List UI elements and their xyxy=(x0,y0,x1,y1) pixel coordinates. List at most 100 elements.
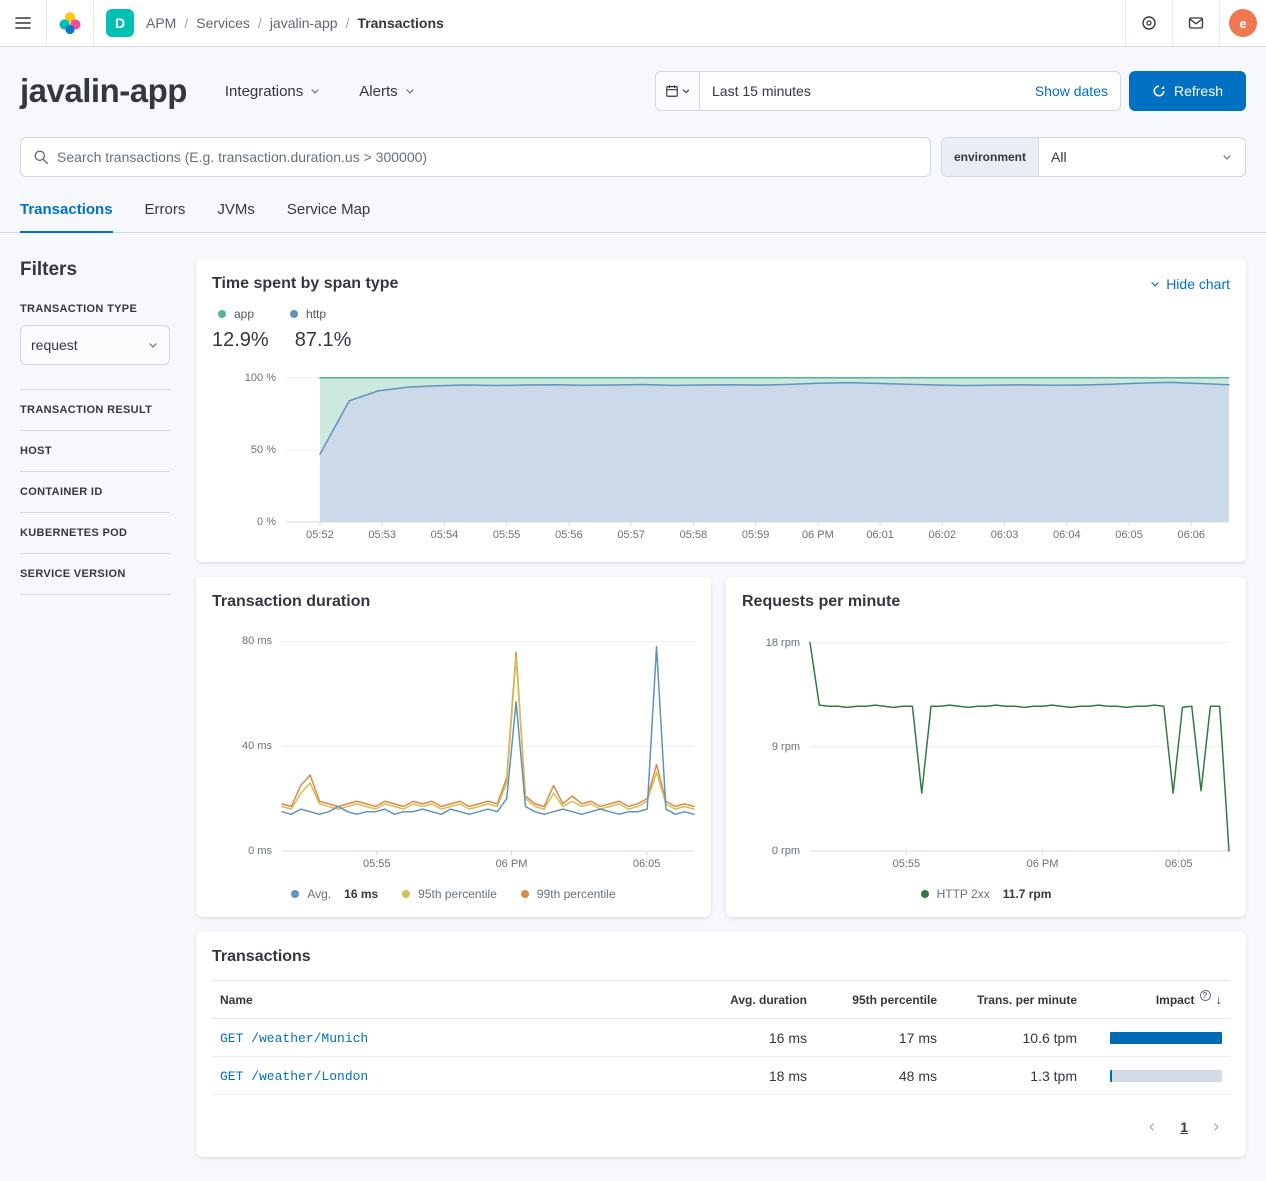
next-page-button[interactable] xyxy=(1202,1113,1230,1141)
x-axis-label: 06:05 xyxy=(1095,529,1163,541)
notifications-button[interactable] xyxy=(1173,0,1219,46)
avg-legend-label: Avg. xyxy=(307,887,331,901)
legend-p99[interactable]: 99th percentile xyxy=(521,887,616,901)
environment-label: environment xyxy=(942,138,1039,176)
x-axis-label: 06:03 xyxy=(971,529,1039,541)
impact-label: Impact xyxy=(1156,993,1195,1007)
top-navigation-bar: D APM / Services / javalin-app / Transac… xyxy=(0,0,1266,47)
table-row: GET /weather/London 18 ms 48 ms 1.3 tpm xyxy=(212,1057,1230,1095)
chevron-down-icon xyxy=(309,85,321,97)
legend-http-2xx[interactable]: HTTP 2xx 11.7 rpm xyxy=(921,887,1052,901)
duration-legend: Avg. 16 ms 95th percentile 99th percenti… xyxy=(212,887,695,901)
alerts-menu[interactable]: Alerts xyxy=(359,83,415,100)
y-axis-label: 80 ms xyxy=(212,634,272,648)
avg-duration-value: 16 ms xyxy=(700,1019,815,1057)
help-button[interactable] xyxy=(1126,0,1172,46)
integrations-menu[interactable]: Integrations xyxy=(225,83,321,100)
duration-chart[interactable]: 80 ms40 ms0 ms05:5506 PM06:05 xyxy=(212,625,695,875)
y-axis-label: 100 % xyxy=(212,371,276,385)
column-header-95th[interactable]: 95th percentile xyxy=(815,981,945,1019)
filter-host[interactable]: HOST xyxy=(20,430,170,471)
impact-help-icon[interactable]: ? xyxy=(1200,990,1211,1001)
x-axis-label: 05:55 xyxy=(473,529,541,541)
main-column: Time spent by span type Hide chart app h… xyxy=(196,259,1246,1157)
search-box xyxy=(20,137,931,177)
tab-transactions[interactable]: Transactions xyxy=(20,201,113,233)
elastic-logo[interactable] xyxy=(47,0,93,46)
app-legend-label: app xyxy=(234,307,254,321)
page-title: javalin-app xyxy=(20,72,187,110)
breadcrumb-separator: / xyxy=(258,15,262,31)
tab-errors[interactable]: Errors xyxy=(145,201,186,233)
span-type-chart[interactable]: 100 %50 %0 %05:5205:5305:5405:5505:5605:… xyxy=(212,366,1230,546)
chevron-down-icon xyxy=(147,339,159,351)
filter-accordions: TRANSACTION RESULT HOST CONTAINER ID KUB… xyxy=(20,389,170,595)
legend-p95[interactable]: 95th percentile xyxy=(402,887,497,901)
x-axis-label: 06:01 xyxy=(846,529,914,541)
tpm-value: 10.6 tpm xyxy=(945,1019,1085,1057)
breadcrumb: APM / Services / javalin-app / Transacti… xyxy=(146,15,444,31)
refresh-label: Refresh xyxy=(1174,83,1223,99)
time-range-value: Last 15 minutes xyxy=(712,83,811,99)
legend-avg[interactable]: Avg. 16 ms xyxy=(291,887,378,901)
column-header-tpm[interactable]: Trans. per minute xyxy=(945,981,1085,1019)
pagination: 1 xyxy=(212,1113,1230,1141)
column-header-avg-duration[interactable]: Avg. duration xyxy=(700,981,815,1019)
environment-select[interactable]: All xyxy=(1039,138,1245,176)
integrations-label: Integrations xyxy=(225,83,303,100)
mail-icon xyxy=(1188,15,1204,31)
alerts-label: Alerts xyxy=(359,83,397,100)
transactions-table-card: Transactions Name Avg. duration 95th per… xyxy=(196,932,1246,1157)
duration-canvas xyxy=(212,625,695,875)
x-axis-label: 05:57 xyxy=(597,529,665,541)
http-2xx-legend-value: 11.7 rpm xyxy=(1003,887,1052,901)
page-number-1[interactable]: 1 xyxy=(1172,1119,1196,1135)
filter-transaction-result[interactable]: TRANSACTION RESULT xyxy=(20,389,170,430)
breadcrumb-apm[interactable]: APM xyxy=(146,15,176,31)
legend-http[interactable]: http xyxy=(290,307,326,321)
transaction-type-value: request xyxy=(31,337,78,353)
filter-container-id[interactable]: CONTAINER ID xyxy=(20,471,170,512)
chevron-right-icon xyxy=(1210,1121,1222,1133)
previous-page-button[interactable] xyxy=(1138,1113,1166,1141)
date-range-button[interactable]: Last 15 minutes Show dates xyxy=(700,72,1120,110)
refresh-icon xyxy=(1152,84,1166,98)
refresh-button[interactable]: Refresh xyxy=(1129,71,1246,111)
column-header-name[interactable]: Name xyxy=(212,981,700,1019)
user-menu-button[interactable]: e xyxy=(1220,0,1266,46)
column-header-impact[interactable]: Impact ? ↓ xyxy=(1085,981,1230,1019)
x-axis-label: 06 PM xyxy=(477,858,545,870)
x-axis-label: 05:59 xyxy=(722,529,790,541)
transaction-link-london[interactable]: GET /weather/London xyxy=(220,1069,368,1084)
span-type-percentages: 12.9% 87.1% xyxy=(212,329,1230,352)
y-axis-label: 0 rpm xyxy=(742,844,800,858)
tab-jvms[interactable]: JVMs xyxy=(217,201,255,233)
x-axis-label: 05:55 xyxy=(872,858,940,870)
breadcrumb-services[interactable]: Services xyxy=(196,15,250,31)
search-input[interactable] xyxy=(57,149,918,165)
rpm-legend: HTTP 2xx 11.7 rpm xyxy=(742,887,1230,901)
quick-select-button[interactable] xyxy=(656,72,700,110)
space-badge[interactable]: D xyxy=(106,9,134,37)
menu-button[interactable] xyxy=(0,0,46,46)
requests-per-minute-card: Requests per minute 18 rpm9 rpm0 rpm05:5… xyxy=(726,577,1246,917)
y-axis-label: 0 % xyxy=(212,515,276,529)
chevron-down-icon xyxy=(404,85,416,97)
y-axis-label: 40 ms xyxy=(212,739,272,753)
transaction-link-munich[interactable]: GET /weather/Munich xyxy=(220,1031,368,1046)
span-type-card: Time spent by span type Hide chart app h… xyxy=(196,259,1246,562)
service-tabs: Transactions Errors JVMs Service Map xyxy=(0,201,1266,233)
breadcrumb-service-name[interactable]: javalin-app xyxy=(270,15,338,31)
y-axis-label: 18 rpm xyxy=(742,636,800,650)
http-legend-label: http xyxy=(306,307,326,321)
legend-app[interactable]: app xyxy=(218,307,254,321)
transaction-type-select[interactable]: request xyxy=(20,325,170,365)
rpm-chart[interactable]: 18 rpm9 rpm0 rpm05:5506 PM06:05 xyxy=(742,625,1230,875)
filter-kubernetes-pod[interactable]: KUBERNETES POD xyxy=(20,512,170,553)
hide-chart-link[interactable]: Hide chart xyxy=(1149,276,1230,292)
show-dates-link[interactable]: Show dates xyxy=(1035,83,1108,99)
tab-service-map[interactable]: Service Map xyxy=(287,201,370,233)
filter-service-version[interactable]: SERVICE VERSION xyxy=(20,553,170,595)
x-axis-label: 05:52 xyxy=(286,529,354,541)
x-axis-label: 05:55 xyxy=(343,858,411,870)
